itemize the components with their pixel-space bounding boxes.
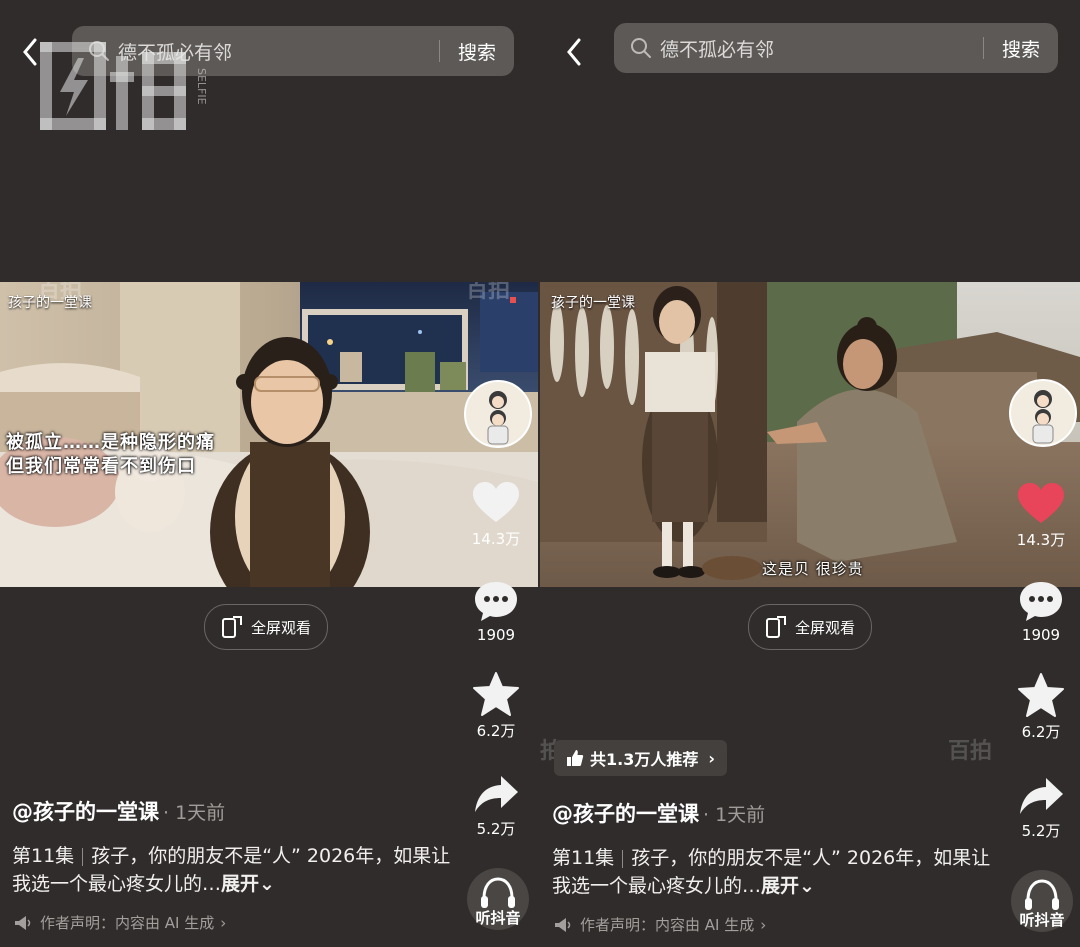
episode-divider — [622, 849, 624, 868]
search-divider — [438, 40, 440, 62]
episode-divider — [82, 847, 84, 866]
post-time: · 1天前 — [703, 804, 766, 826]
post-time: · 1天前 — [163, 802, 226, 824]
star-icon — [473, 672, 519, 716]
megaphone-icon — [555, 917, 571, 932]
video-image — [540, 282, 1080, 587]
listen-label: 听抖音 — [475, 909, 521, 927]
watermark-logo: SELFIE — [40, 42, 208, 130]
author-name[interactable]: @孩子的一堂课 · 1天前 — [552, 798, 765, 828]
star-icon — [1018, 673, 1064, 717]
listen-label: 听抖音 — [1019, 911, 1065, 929]
comment-icon — [1020, 582, 1062, 621]
video-description[interactable]: 第11集 孩子，你的朋友不是“人” 2026年，如果让我选一个最心疼女儿的…展开⌄ — [552, 844, 992, 900]
video-frame[interactable]: 孩子的一堂课 百拍 百拍 被孤立……是种隐形的痛 但我们常常看不到伤口 — [0, 282, 538, 587]
fullscreen-icon — [222, 616, 242, 638]
episode-label: 第11集 — [12, 845, 75, 867]
video-watermark: 百拍 — [466, 282, 511, 303]
recommend-badge[interactable]: 共1.3万人推荐 › — [554, 740, 727, 776]
author-avatar[interactable] — [1009, 379, 1077, 447]
favorite-button[interactable]: 6.2万 — [1006, 673, 1076, 742]
chevron-right-icon: › — [708, 748, 715, 768]
video-channel-tag: 孩子的一堂课 — [551, 295, 635, 311]
share-count: 5.2万 — [1021, 822, 1061, 840]
video-watermark: 百拍 — [38, 282, 83, 303]
episode-label: 第11集 — [552, 847, 615, 869]
thumbs-up-icon — [567, 750, 584, 766]
share-button[interactable]: 5.2万 — [461, 774, 531, 839]
like-button[interactable]: 14.3万 — [461, 482, 531, 549]
comment-icon — [475, 582, 517, 621]
favorite-count: 6.2万 — [1021, 723, 1061, 741]
fullscreen-label: 全屏观看 — [795, 618, 856, 637]
search-button[interactable]: 搜索 — [1002, 35, 1040, 62]
video-subtitle: 被孤立……是种隐形的痛 — [6, 432, 215, 453]
like-button[interactable]: 14.3万 — [1006, 483, 1076, 550]
like-count: 14.3万 — [1016, 531, 1066, 549]
chevron-right-icon: › — [760, 915, 767, 934]
video-subtitle: 这是贝 很珍贵 — [762, 560, 864, 578]
search-query: 德不孤必有邻 — [660, 38, 775, 61]
watermark-text: 百拍 — [948, 739, 993, 764]
comment-button[interactable]: 1909 — [1006, 580, 1076, 644]
search-bar[interactable]: 德不孤必有邻 搜索 — [614, 23, 1058, 73]
author-avatar[interactable] — [464, 380, 532, 448]
search-button[interactable]: 搜索 — [458, 38, 496, 65]
heart-icon — [473, 482, 519, 522]
comment-count: 1909 — [1021, 626, 1061, 644]
search-icon — [631, 38, 651, 58]
fullscreen-button[interactable]: 全屏观看 — [748, 604, 873, 650]
author-name[interactable]: @孩子的一堂课 · 1天前 — [12, 796, 225, 826]
ai-declaration[interactable]: 作者声明：内容由 AI 生成 › — [554, 914, 766, 935]
search-divider — [982, 37, 984, 59]
fullscreen-label: 全屏观看 — [251, 618, 312, 637]
share-button[interactable]: 5.2万 — [1006, 776, 1076, 841]
right-panel: 德不孤必有邻 搜索 孩子的一堂课 这是贝 很珍贵 14.3万 1909 6.2万… — [540, 0, 1080, 947]
video-frame[interactable]: 孩子的一堂课 这是贝 很珍贵 — [540, 282, 1080, 587]
expand-button[interactable]: 展开⌄ — [221, 873, 275, 895]
favorite-button[interactable]: 6.2万 — [461, 672, 531, 741]
megaphone-icon — [15, 915, 31, 930]
comment-button[interactable]: 1909 — [461, 580, 531, 644]
fullscreen-icon — [766, 616, 786, 638]
share-count: 5.2万 — [476, 820, 516, 838]
expand-button[interactable]: 展开⌄ — [761, 875, 815, 897]
video-description[interactable]: 第11集 孩子，你的朋友不是“人” 2026年，如果让我选一个最心疼女儿的…展开⌄ — [12, 842, 452, 898]
like-count: 14.3万 — [471, 530, 521, 548]
fullscreen-button[interactable]: 全屏观看 — [204, 604, 329, 650]
svg-text:SELFIE: SELFIE — [195, 68, 208, 105]
share-icon — [1020, 778, 1063, 814]
ai-declaration[interactable]: 作者声明：内容由 AI 生成 › — [14, 912, 226, 933]
left-panel: 德不孤必有邻 搜索 SELFIE — [0, 0, 540, 947]
favorite-count: 6.2万 — [476, 722, 516, 740]
comment-count: 1909 — [476, 626, 516, 644]
chevron-right-icon: › — [220, 913, 227, 932]
share-icon — [475, 776, 518, 812]
heart-icon — [1018, 483, 1064, 523]
back-button[interactable] — [560, 36, 588, 68]
video-subtitle: 但我们常常看不到伤口 — [6, 456, 196, 477]
